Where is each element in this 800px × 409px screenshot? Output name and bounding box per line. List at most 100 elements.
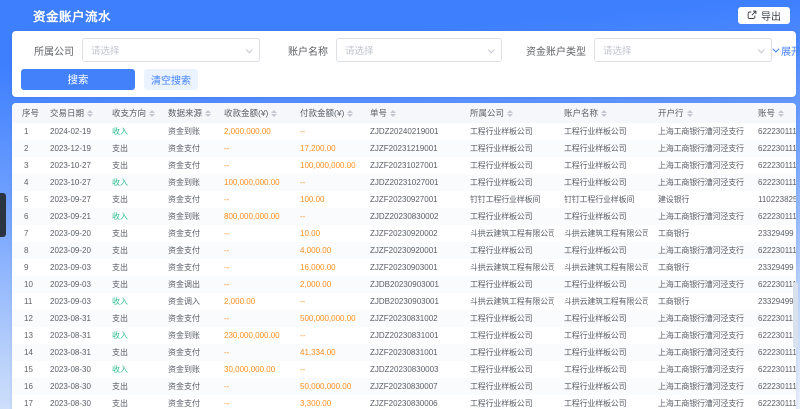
cell-company: 工程行业样板公司 <box>460 327 554 344</box>
sort-carets-icon <box>507 110 513 117</box>
cell-income: -- <box>214 344 290 361</box>
cell-index: 7 <box>12 225 40 242</box>
clear-search-button[interactable]: 清空搜索 <box>144 69 198 90</box>
cell-index: 5 <box>12 191 40 208</box>
column-header-company[interactable]: 所属公司 <box>460 103 554 123</box>
flow-table-card: 序号交易日期收支方向数据来源收款金额(¥)付款金额(¥)单号所属公司账户名称开户… <box>12 103 796 409</box>
table-header-row: 序号交易日期收支方向数据来源收款金额(¥)付款金额(¥)单号所属公司账户名称开户… <box>12 103 796 123</box>
cell-income: -- <box>214 157 290 174</box>
expand-filters-label: 展开筛选 <box>781 43 800 58</box>
table-row: 112023-09-03收入资金调入2,000.00--ZJDB20230903… <box>12 293 796 310</box>
cell-company: 斗拱云建筑工程有限公司 <box>460 259 554 276</box>
cell-account_name: 工程行业样板公司 <box>554 361 648 378</box>
table-row: 132023-08-31收入资金到账230,000,000.00--ZJDZ20… <box>12 327 796 344</box>
column-header-date[interactable]: 交易日期 <box>40 103 102 123</box>
cell-account_no: 622230111 <box>748 310 796 327</box>
table-row: 22023-12-19支出资金支付--17,200.00ZJZF20231219… <box>12 140 796 157</box>
cell-account_no: 622230111 <box>748 378 796 395</box>
cell-doc_no: ZJZF20230831001 <box>360 344 460 361</box>
cell-date: 2023-08-31 <box>40 310 102 327</box>
cell-income: -- <box>214 259 290 276</box>
cell-payment: -- <box>290 123 360 140</box>
cell-direction: 支出 <box>102 140 158 157</box>
cell-company: 工程行业样板公司 <box>460 378 554 395</box>
cell-index: 12 <box>12 310 40 327</box>
table-row: 102023-09-03支出资金调出--2,000.00ZJDB20230903… <box>12 276 796 293</box>
cell-account_name: 工程行业样板公司 <box>554 310 648 327</box>
cell-account_no: 622230111 <box>748 157 796 174</box>
cell-index: 9 <box>12 259 40 276</box>
cell-bank: 上海工商银行漕河泾支行 <box>648 276 748 293</box>
cell-income: -- <box>214 242 290 259</box>
cell-date: 2023-08-30 <box>40 361 102 378</box>
scrollbar-thumb[interactable] <box>793 282 798 348</box>
sort-carets-icon <box>149 110 155 117</box>
cell-account_name: 斗拱云建筑工程有限公司 <box>554 293 648 310</box>
cell-source: 资金调入 <box>158 293 214 310</box>
cell-payment: -- <box>290 174 360 191</box>
column-header-income[interactable]: 收款金额(¥) <box>214 103 290 123</box>
cell-direction: 支出 <box>102 378 158 395</box>
table-row: 92023-09-03支出资金支付--16,000.00ZJZF20230903… <box>12 259 796 276</box>
column-header-doc_no[interactable]: 单号 <box>360 103 460 123</box>
column-header-bank[interactable]: 开户行 <box>648 103 748 123</box>
cell-company: 工程行业样板公司 <box>460 344 554 361</box>
cell-account_no: 622230111 <box>748 327 796 344</box>
cell-doc_no: ZJZF20230920001 <box>360 242 460 259</box>
cell-account_no: 622230111 <box>748 140 796 157</box>
cell-doc_no: ZJZF20230903001 <box>360 259 460 276</box>
cell-bank: 上海工商银行漕河泾支行 <box>648 123 748 140</box>
cell-source: 资金支付 <box>158 259 214 276</box>
cell-direction: 收入 <box>102 327 158 344</box>
column-header-label: 数据来源 <box>168 107 202 119</box>
cell-account_no: 622230111 <box>748 395 796 409</box>
account-type-filter-select[interactable]: 请选择 <box>594 38 772 62</box>
cell-income: 100,000,000.00 <box>214 174 290 191</box>
cell-account_name: 工程行业样板公司 <box>554 276 648 293</box>
cell-account_no: 110223825 <box>748 191 796 208</box>
drawer-handle[interactable] <box>0 193 6 237</box>
cell-doc_no: ZJZF20231027001 <box>360 157 460 174</box>
filter-group-company: 所属公司 请选择 <box>34 38 260 62</box>
cell-income: 230,000,000.00 <box>214 327 290 344</box>
column-header-account_no[interactable]: 账号 <box>748 103 796 123</box>
cell-doc_no: ZJDZ20240219001 <box>360 123 460 140</box>
cell-company: 工程行业样板公司 <box>460 242 554 259</box>
cell-company: 工程行业样板公司 <box>460 174 554 191</box>
search-button[interactable]: 搜索 <box>21 69 135 90</box>
sort-carets-icon <box>601 110 607 117</box>
filter-group-account-name: 账户名称 请选择 <box>288 38 502 62</box>
cell-payment: 500,000,000.00 <box>290 310 360 327</box>
column-header-payment[interactable]: 付款金额(¥) <box>290 103 360 123</box>
export-button[interactable]: 导出 <box>738 7 790 24</box>
table-row: 62023-09-21收入资金到账800,000,000.00--ZJDZ202… <box>12 208 796 225</box>
cell-direction: 支出 <box>102 259 158 276</box>
sort-carets-icon <box>347 110 353 117</box>
cell-source: 资金到账 <box>158 208 214 225</box>
cell-source: 资金到账 <box>158 361 214 378</box>
column-header-source[interactable]: 数据来源 <box>158 103 214 123</box>
column-header-label: 收支方向 <box>112 107 146 119</box>
column-header-direction[interactable]: 收支方向 <box>102 103 158 123</box>
cell-bank: 工商银行 <box>648 225 748 242</box>
chevron-down-icon <box>772 45 779 52</box>
table-row: 42023-10-27收入资金到账100,000,000.00--ZJDZ202… <box>12 174 796 191</box>
cell-date: 2023-09-03 <box>40 259 102 276</box>
cell-index: 2 <box>12 140 40 157</box>
account-name-filter-select[interactable]: 请选择 <box>336 38 502 62</box>
column-header-account_name[interactable]: 账户名称 <box>554 103 648 123</box>
cell-direction: 支出 <box>102 157 158 174</box>
cell-account_no: 23329499 <box>748 293 796 310</box>
cell-bank: 上海工商银行漕河泾支行 <box>648 395 748 409</box>
column-header-label: 交易日期 <box>50 107 84 119</box>
cell-payment: 100.00 <box>290 191 360 208</box>
cell-direction: 支出 <box>102 395 158 409</box>
cell-direction: 支出 <box>102 276 158 293</box>
cell-account_no: 23329499 <box>748 225 796 242</box>
expand-filters-link[interactable]: 展开筛选 <box>772 43 800 58</box>
cell-account_no: 622230111 <box>748 361 796 378</box>
company-filter-select[interactable]: 请选择 <box>82 38 260 62</box>
cell-index: 8 <box>12 242 40 259</box>
table-row: 142023-08-31支出资金支付--41,334.00ZJZF2023083… <box>12 344 796 361</box>
cell-source: 资金支付 <box>158 242 214 259</box>
